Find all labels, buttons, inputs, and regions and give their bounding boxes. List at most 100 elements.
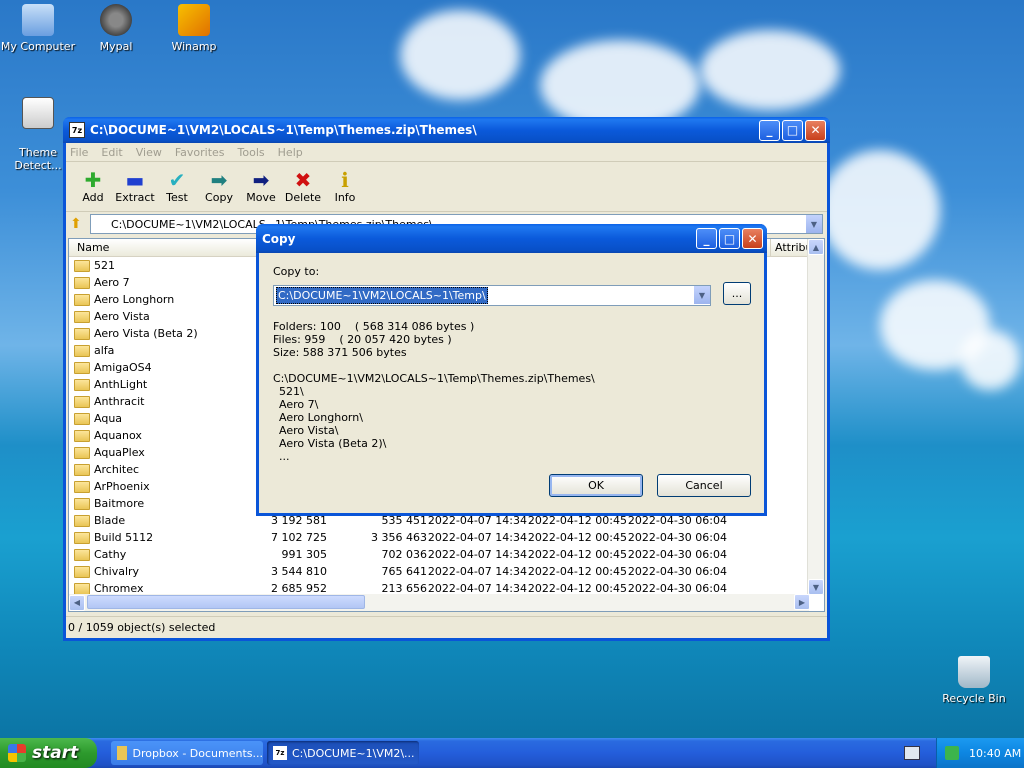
keyboard-icon[interactable] [904,746,920,760]
file-name: Chivalry [69,565,269,578]
cloud [960,330,1020,390]
maximize-button[interactable]: □ [719,228,740,249]
file-name-text: Aero Longhorn [94,293,175,306]
accessed-date: 2022-04-30 06:04 [627,531,727,544]
folder-icon [74,531,90,544]
file-name-text: AmigaOS4 [94,361,152,374]
item-4: Aero Vista (Beta 2)\ [279,437,387,450]
desktop-icon-my-computer[interactable]: My Computer [0,4,76,53]
chevron-down-icon[interactable]: ▼ [805,215,822,233]
folder-icon [74,480,90,493]
menu-file[interactable]: File [70,146,88,159]
scroll-thumb[interactable] [87,595,365,609]
task-dropbox[interactable]: Dropbox - Documents... [111,741,263,765]
browse-button[interactable]: ... [723,282,751,305]
file-name: ArPhoenix [69,480,269,493]
recycle-bin-icon [958,656,990,688]
tool-label: Test [166,191,188,204]
file-name-text: Aero 7 [94,276,130,289]
info-button[interactable]: ℹ Info [324,162,366,211]
start-button[interactable]: start [0,738,97,768]
file-name-text: AquaPlex [94,446,145,459]
window-title: C:\DOCUME~1\VM2\LOCALS~1\Temp\Themes.zip… [90,123,477,137]
menu-tools[interactable]: Tools [238,146,265,159]
file-name: AnthLight [69,378,269,391]
desktop-icon-label: Mypal [99,40,133,53]
menu-view[interactable]: View [136,146,162,159]
desktop-icon-label: My Computer [0,40,76,53]
desktop-icon-recycle-bin[interactable]: Recycle Bin [936,656,1012,705]
chevron-down-icon[interactable]: ▼ [693,286,710,304]
size-info: Size: 588 371 506 bytes [273,346,407,359]
window-titlebar[interactable]: 7z C:\DOCUME~1\VM2\LOCALS~1\Temp\Themes.… [63,117,830,143]
vertical-scrollbar[interactable]: ▲ ▼ [807,239,824,595]
destination-combo[interactable]: C:\DOCUME~1\VM2\LOCALS~1\Temp\ ▼ [273,285,711,306]
tool-label: Delete [284,191,322,204]
file-size: 7 102 725 [271,531,327,544]
file-name-text: Cathy [94,548,127,561]
file-name: Baitmore [69,497,269,510]
desktop-icon-winamp[interactable]: Winamp [156,4,232,53]
info-icon: ℹ [341,168,349,192]
dialog-title: Copy [262,231,296,246]
delete-button[interactable]: ✖ Delete [282,162,324,211]
dialog-titlebar[interactable]: Copy _ □ ✕ [256,224,767,253]
add-button[interactable]: ✚ Add [72,162,114,211]
close-button[interactable]: ✕ [805,119,826,141]
file-name: alfa [69,344,269,357]
tool-label: Info [334,191,356,204]
task-7zip[interactable]: 7z C:\DOCUME~1\VM2\... [267,741,419,765]
scroll-up-icon[interactable]: ▲ [808,239,824,255]
file-name: Aero 7 [69,276,269,289]
file-name-text: Aero Vista [94,310,150,323]
tool-label: Extract [115,191,155,204]
maximize-button[interactable]: □ [782,119,803,141]
extract-button[interactable]: ▬ Extract [114,162,156,211]
file-name: Cathy [69,548,269,561]
column-name[interactable]: Name [69,239,259,256]
minimize-button[interactable]: _ [759,119,780,141]
minimize-button[interactable]: _ [696,228,717,249]
cloud [400,10,520,100]
folder-icon [74,412,90,425]
toolbar: ✚ Add ▬ Extract ✔ Test ➡ Copy ➡ Move ✖ D… [66,162,827,212]
ok-button[interactable]: OK [549,474,643,497]
folder-icon [74,514,90,527]
menubar: File Edit View Favorites Tools Help [66,143,827,162]
up-folder-icon[interactable]: ⬆ [70,216,90,232]
menu-help[interactable]: Help [278,146,303,159]
test-button[interactable]: ✔ Test [156,162,198,211]
lightning-icon [178,4,210,36]
file-name-text: 521 [94,259,115,272]
network-icon[interactable] [945,746,959,760]
close-button[interactable]: ✕ [742,228,763,249]
table-row[interactable]: Cathy 991 305 702 036 2022-04-07 14:34 2022-… [69,546,824,563]
horizontal-scrollbar[interactable]: ◀ ▶ [69,594,810,611]
file-name-text: Aqua [94,412,123,425]
status-text: 0 / 1059 object(s) selected [68,621,216,634]
copy-button[interactable]: ➡ Copy [198,162,240,211]
scroll-left-icon[interactable]: ◀ [69,594,85,611]
scroll-down-icon[interactable]: ▼ [808,579,824,595]
folder-icon [74,497,90,510]
clock[interactable]: 10:40 AM [969,747,1021,760]
file-name: Aero Longhorn [69,293,269,306]
file-name-text: Baitmore [94,497,145,510]
column-attributes[interactable]: Attribu [771,239,813,256]
table-row[interactable]: Chivalry 3 544 810 765 641 2022-04-07 14:34… [69,563,824,580]
tool-label: Add [82,191,104,204]
packed-size: 765 641 [381,565,428,578]
menu-edit[interactable]: Edit [101,146,122,159]
table-row[interactable]: Build 5112 7 102 725 3 356 463 2022-04-07 1… [69,529,824,546]
file-name-text: Blade [94,514,126,527]
move-button[interactable]: ➡ Move [240,162,282,211]
start-label: start [32,743,79,763]
source-path: C:\DOCUME~1\VM2\LOCALS~1\Temp\Themes.zip… [273,372,595,385]
cancel-button[interactable]: Cancel [657,474,751,497]
file-name: Aqua [69,412,269,425]
move-arrow-icon: ➡ [252,168,270,192]
folder-icon [74,276,90,289]
desktop-icon-mypal[interactable]: Mypal [78,4,154,53]
scroll-right-icon[interactable]: ▶ [794,594,810,610]
menu-favorites[interactable]: Favorites [175,146,225,159]
